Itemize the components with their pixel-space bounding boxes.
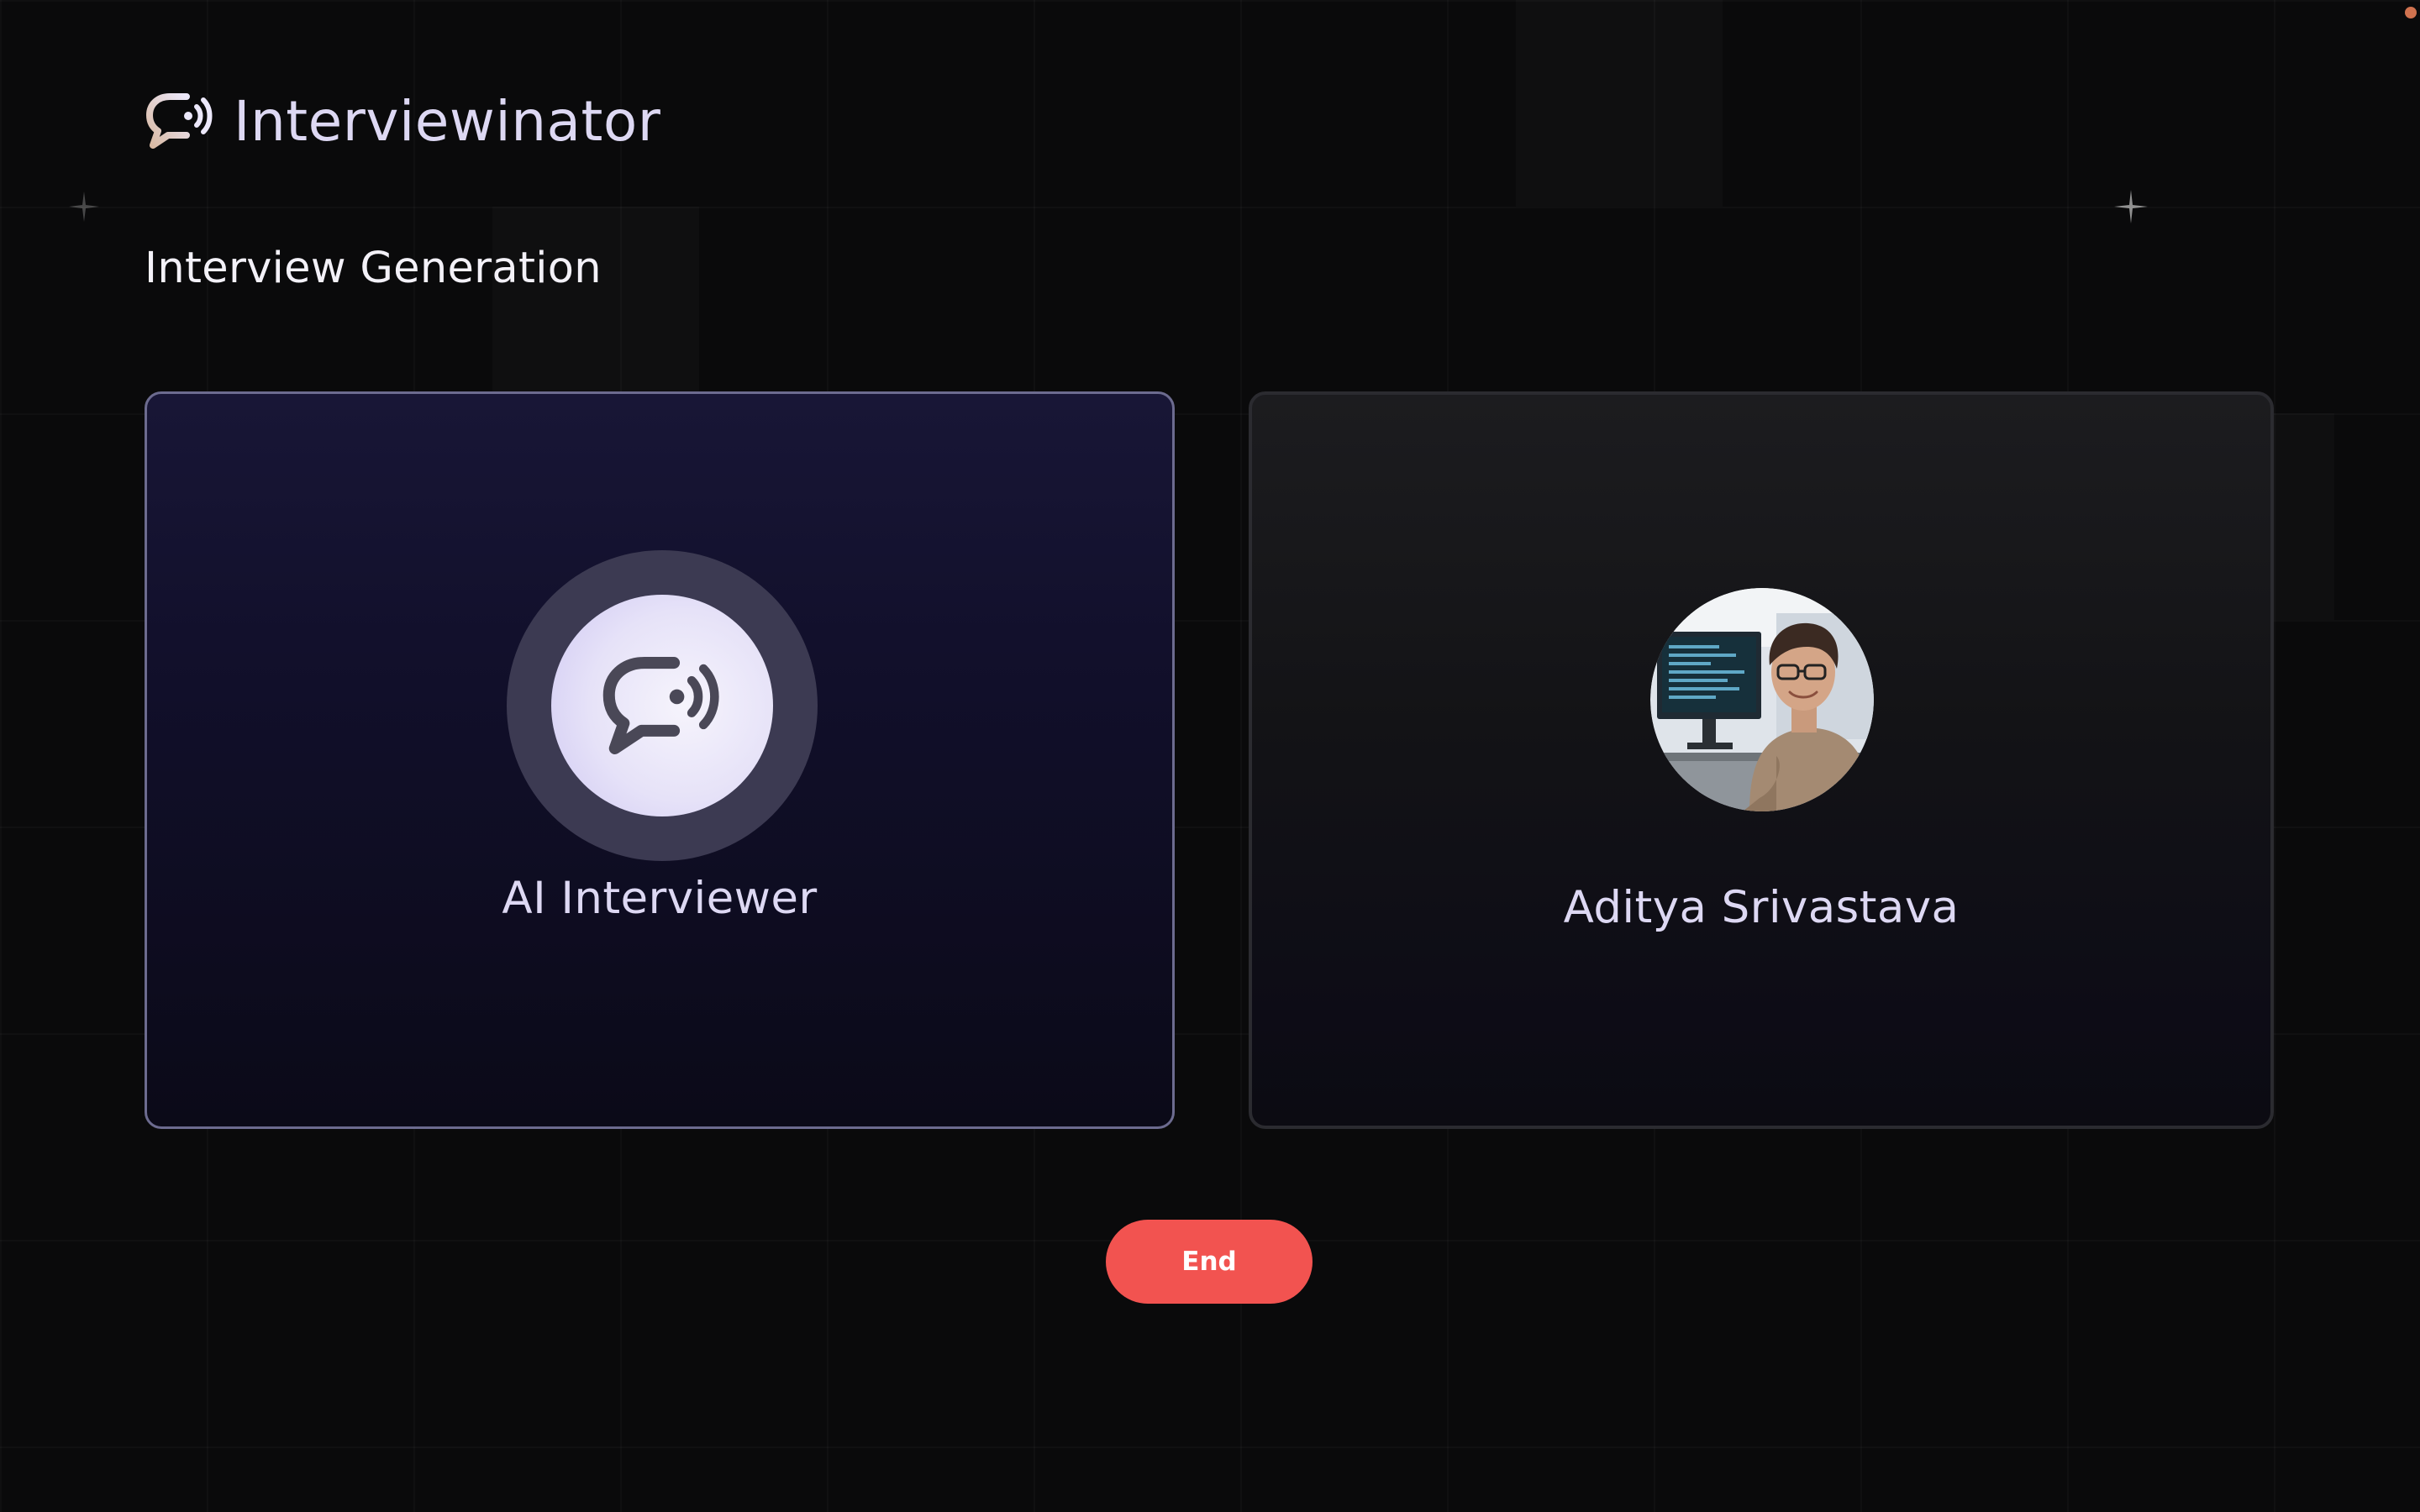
user-card: Aditya Srivastava	[1249, 391, 2274, 1129]
end-interview-button[interactable]: End	[1106, 1220, 1313, 1304]
bg-grid-tile	[1516, 0, 1723, 207]
sparkle-icon	[2114, 190, 2148, 223]
ai-avatar-inner	[551, 595, 773, 816]
notification-dot	[2405, 7, 2417, 18]
app-root: Interviewinator Interview Generation AI …	[0, 0, 2420, 1512]
chat-bubble-broadcast-icon	[145, 90, 215, 152]
sparkle-icon	[69, 192, 99, 222]
ai-interviewer-card: AI Interviewer	[145, 391, 1175, 1129]
page-title: Interview Generation	[145, 244, 602, 293]
bg-grid-tile	[2274, 413, 2334, 620]
brand-name: Interviewinator	[234, 88, 661, 154]
user-photo-avatar	[1650, 588, 1874, 811]
ai-avatar	[507, 550, 818, 861]
chat-bubble-broadcast-icon	[602, 657, 719, 754]
bg-grid-tile	[492, 207, 699, 391]
user-name: Aditya Srivastava	[1563, 882, 1960, 933]
brand[interactable]: Interviewinator	[145, 88, 661, 154]
ai-interviewer-name: AI Interviewer	[502, 873, 818, 924]
